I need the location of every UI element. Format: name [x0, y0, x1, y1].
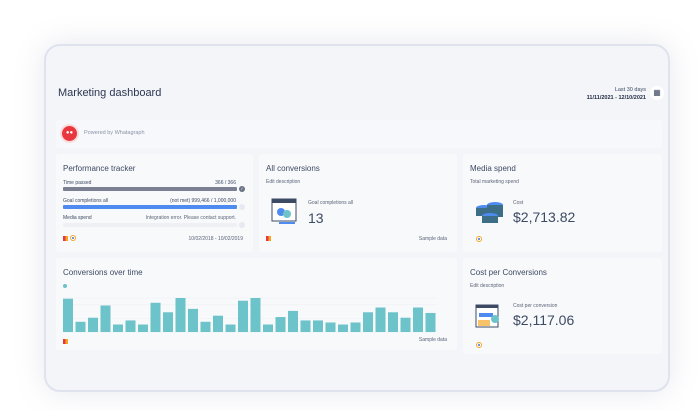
chart-bar: [138, 324, 148, 332]
conversion-illustration-icon: [271, 198, 297, 224]
chart-bar: [163, 312, 173, 332]
calendar-icon[interactable]: ▦: [650, 86, 664, 100]
date-range-text: 10/02/2018 - 10/02/2019: [188, 236, 244, 242]
chart-bar: [250, 298, 261, 332]
chart-bar: [63, 298, 73, 332]
conversions-bar-chart: [62, 297, 437, 333]
card-description: Total marketing spend: [470, 179, 519, 185]
sample-data-label: Sample data: [418, 236, 447, 242]
row-value: Integration error. Please contact suppor…: [145, 215, 236, 221]
chart-bar: [363, 312, 373, 332]
status-dot: [239, 222, 245, 228]
range-label: Last 30 days: [614, 87, 646, 93]
chart-bar: [213, 315, 223, 332]
card-title: Media spend: [470, 164, 516, 173]
chart-bar: [263, 324, 273, 332]
chart-bar: [100, 305, 111, 332]
analytics-icon: [63, 339, 68, 344]
legend-dot: [63, 284, 67, 288]
check-icon: ✓: [239, 186, 245, 192]
chart-bar: [300, 320, 311, 332]
chart-bar: [413, 307, 423, 332]
metric-label: Cost per conversion: [513, 303, 558, 309]
spend-progress-bar: [63, 223, 237, 227]
media-spend-card: Media spend Total marketing spend Cost $…: [463, 154, 662, 252]
status-dot: [239, 204, 245, 210]
chart-bar: [175, 298, 186, 332]
metric-value: $2,713.82: [513, 209, 576, 225]
card-title: Performance tracker: [63, 164, 136, 173]
cost-illustration-icon: [475, 304, 499, 328]
cost-per-conversion-card: Cost per Conversions Edit description Co…: [463, 258, 662, 354]
card-title: Cost per Conversions: [470, 268, 547, 277]
chart-bar: [113, 324, 123, 332]
chart-bar: [338, 324, 348, 332]
metric-value: 13: [308, 210, 324, 226]
source-icon: [70, 235, 76, 241]
row-label: Goal completions all: [63, 198, 109, 204]
conversions-over-time-card: Conversions over time Sample data: [56, 258, 457, 350]
powered-by-bar: ●● Powered by Whatagraph: [56, 120, 662, 148]
chart-bar: [325, 322, 336, 332]
chart-bar: [75, 321, 86, 332]
metric-label: Cost: [513, 200, 524, 206]
card-description[interactable]: Edit description: [470, 283, 504, 289]
chart-bar: [388, 312, 398, 332]
chart-bar: [400, 317, 411, 332]
card-description[interactable]: Edit description: [266, 179, 300, 185]
date-range[interactable]: Last 30 days 11/11/2021 - 12/10/2021: [587, 86, 646, 102]
chart-bar: [150, 302, 161, 332]
analytics-icon: [266, 236, 271, 241]
time-progress-bar: [63, 187, 237, 191]
chart-bar: [200, 321, 211, 332]
sample-data-label: Sample data: [418, 337, 447, 343]
chart-bar: [225, 324, 236, 332]
row-value: (not met) 999,466 / 1,000,000: [170, 198, 236, 204]
chart-bar: [125, 320, 136, 332]
chart-bar: [88, 317, 98, 332]
all-conversions-card: All conversions Edit description Goal co…: [259, 154, 457, 252]
whatagraph-logo: ●●: [62, 126, 77, 141]
chart-bar: [288, 310, 298, 332]
metric-value: $2,117.06: [513, 312, 575, 328]
performance-tracker-card: Performance tracker Time passed 366 / 36…: [56, 154, 253, 252]
chart-bar: [313, 320, 323, 332]
card-title: All conversions: [266, 164, 320, 173]
chart-bar: [238, 300, 248, 332]
card-title: Conversions over time: [63, 268, 143, 277]
chart-bar: [425, 312, 436, 332]
range-dates: 11/11/2021 - 12/10/2021: [586, 95, 646, 101]
dashboard-frame: Marketing dashboard Last 30 days 11/11/2…: [44, 44, 670, 392]
metric-label: Goal completions all: [308, 200, 354, 206]
chart-bar: [375, 307, 386, 332]
page-title: Marketing dashboard: [58, 87, 162, 99]
source-icon: [476, 236, 482, 242]
chart-bar: [275, 317, 286, 332]
analytics-icon: [63, 236, 68, 241]
source-icon: [476, 342, 482, 348]
chart-bar: [350, 322, 361, 332]
goal-progress-bar: [63, 205, 237, 209]
row-value: 366 / 366: [215, 180, 236, 186]
chart-bar: [188, 308, 198, 332]
row-label: Time passed: [63, 180, 92, 186]
powered-text: Powered by Whatagraph: [84, 130, 145, 136]
row-label: Media spend: [63, 215, 92, 221]
coins-icon: [476, 202, 503, 223]
